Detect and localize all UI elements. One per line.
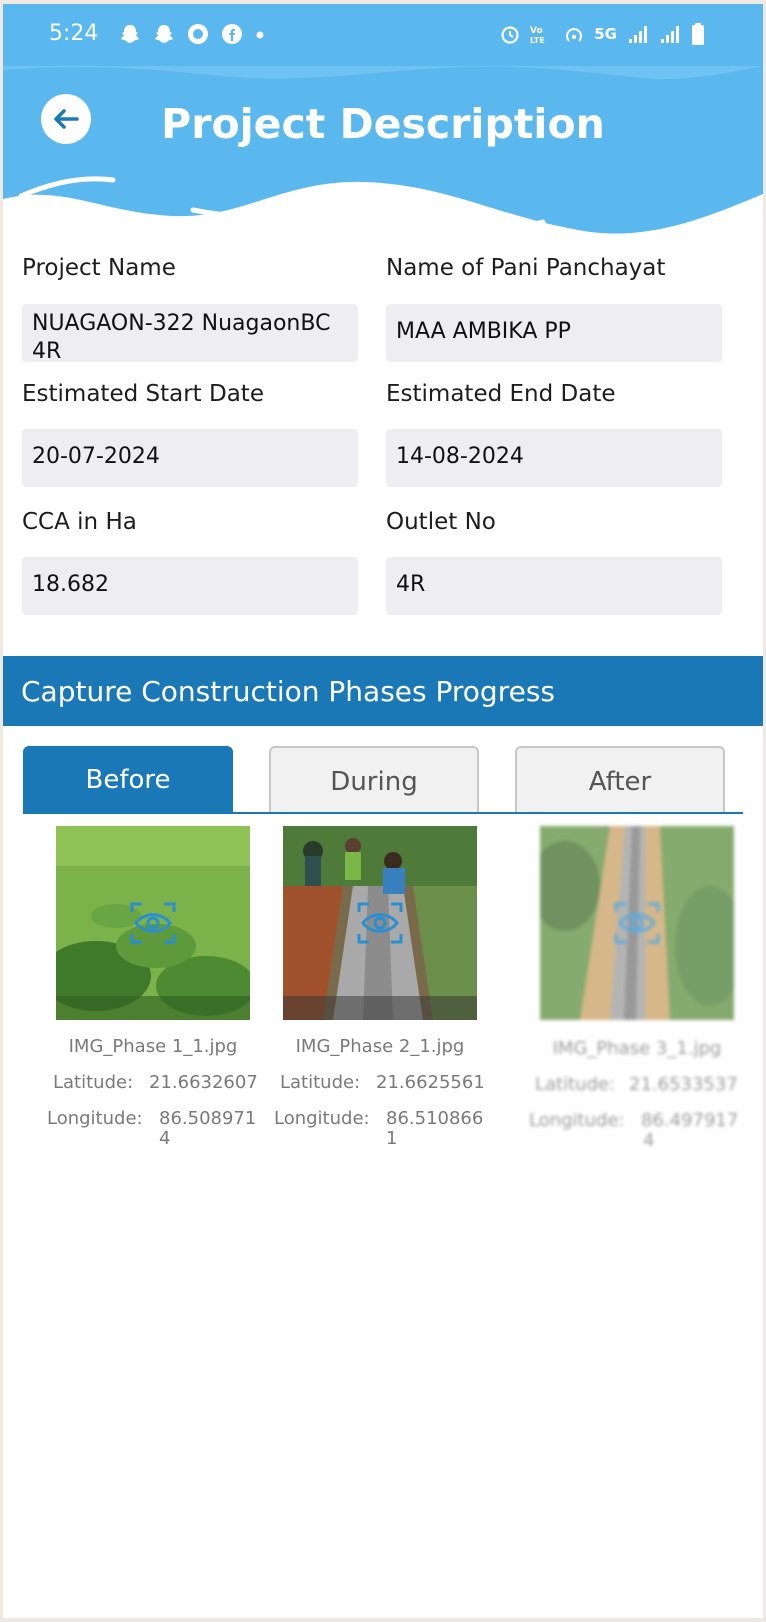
project-name-field: NUAGAON-322 NuagaonBC 4R xyxy=(22,304,358,362)
image-3-longitude-label: Longitude: xyxy=(529,1110,625,1131)
dot-icon xyxy=(256,31,264,39)
image-1-longitude-value-cont: 4 xyxy=(159,1128,171,1149)
image-3-latitude-value: 21.6533537 xyxy=(629,1074,738,1095)
system-icons: Vo LTE 5G xyxy=(500,22,705,46)
image-2-longitude-value-cont: 1 xyxy=(386,1128,398,1149)
battery-icon xyxy=(692,23,704,45)
image-3-longitude-value: 86.497917 xyxy=(641,1110,739,1131)
image-2-longitude-value: 86.510866 xyxy=(386,1108,484,1129)
image-1-longitude-value: 86.508971 xyxy=(159,1108,257,1129)
pani-panchayat-label: Name of Pani Panchayat xyxy=(386,255,666,281)
image-3-longitude-value-cont: 4 xyxy=(643,1130,655,1151)
page-title: Project Description xyxy=(161,100,605,148)
phase-image-1[interactable] xyxy=(56,826,250,1020)
view-eye-icon[interactable] xyxy=(355,898,405,948)
app-screen: 5:24 Vo LTE 5G Project Description Proje… xyxy=(3,4,763,1618)
svg-text:Vo: Vo xyxy=(530,26,543,36)
cca-label: CCA in Ha xyxy=(22,509,137,535)
image-2-longitude-label: Longitude: xyxy=(274,1108,370,1129)
image-1-filename: IMG_Phase 1_1.jpg xyxy=(68,1036,238,1057)
tab-during[interactable]: During xyxy=(269,746,479,814)
tab-after[interactable]: After xyxy=(515,746,725,814)
end-date-label: Estimated End Date xyxy=(386,381,616,407)
view-eye-icon[interactable] xyxy=(128,898,178,948)
outlet-label: Outlet No xyxy=(386,509,496,535)
cca-field: 18.682 xyxy=(22,557,358,615)
image-3-filename: IMG_Phase 3_1.jpg xyxy=(552,1038,722,1059)
facebook-icon xyxy=(222,24,242,44)
start-date-field: 20-07-2024 xyxy=(22,429,358,487)
section-header: Capture Construction Phases Progress xyxy=(3,656,763,726)
image-2-latitude-label: Latitude: xyxy=(280,1072,361,1093)
notification-icons xyxy=(119,23,265,45)
signal-icon xyxy=(661,26,679,43)
status-time: 5:24 xyxy=(49,21,99,46)
image-1-longitude-label: Longitude: xyxy=(47,1108,143,1129)
tab-underline xyxy=(23,812,743,814)
image-2-latitude-value: 21.6625561 xyxy=(376,1072,485,1093)
hotspot-icon xyxy=(566,28,583,42)
network-type-label: 5G xyxy=(594,25,617,43)
alarm-icon xyxy=(501,26,519,44)
view-eye-icon[interactable] xyxy=(612,898,662,948)
snapchat-icon xyxy=(155,25,173,43)
image-3-latitude-label: Latitude: xyxy=(535,1074,616,1095)
header: 5:24 Vo LTE 5G Project Description xyxy=(3,4,763,244)
end-date-field: 14-08-2024 xyxy=(386,429,722,487)
project-name-label: Project Name xyxy=(22,255,176,281)
volte-icon: VoLTE xyxy=(530,26,545,45)
image-2-filename: IMG_Phase 2_1.jpg xyxy=(295,1036,465,1057)
svg-text:LTE: LTE xyxy=(530,36,545,45)
app-icon xyxy=(188,24,208,44)
signal-icon xyxy=(629,26,647,43)
phase-image-2[interactable] xyxy=(283,826,477,1020)
start-date-label: Estimated Start Date xyxy=(22,381,264,407)
outlet-field: 4R xyxy=(386,557,722,615)
image-1-latitude-value: 21.6632607 xyxy=(149,1072,258,1093)
snapchat-icon xyxy=(121,25,139,43)
pani-panchayat-field: MAA AMBIKA PP xyxy=(386,304,722,362)
status-bar: 5:24 Vo LTE 5G xyxy=(3,4,763,66)
section-title: Capture Construction Phases Progress xyxy=(21,675,555,708)
tab-before[interactable]: Before xyxy=(23,746,233,814)
image-1-latitude-label: Latitude: xyxy=(53,1072,134,1093)
phase-image-3[interactable] xyxy=(540,826,734,1020)
